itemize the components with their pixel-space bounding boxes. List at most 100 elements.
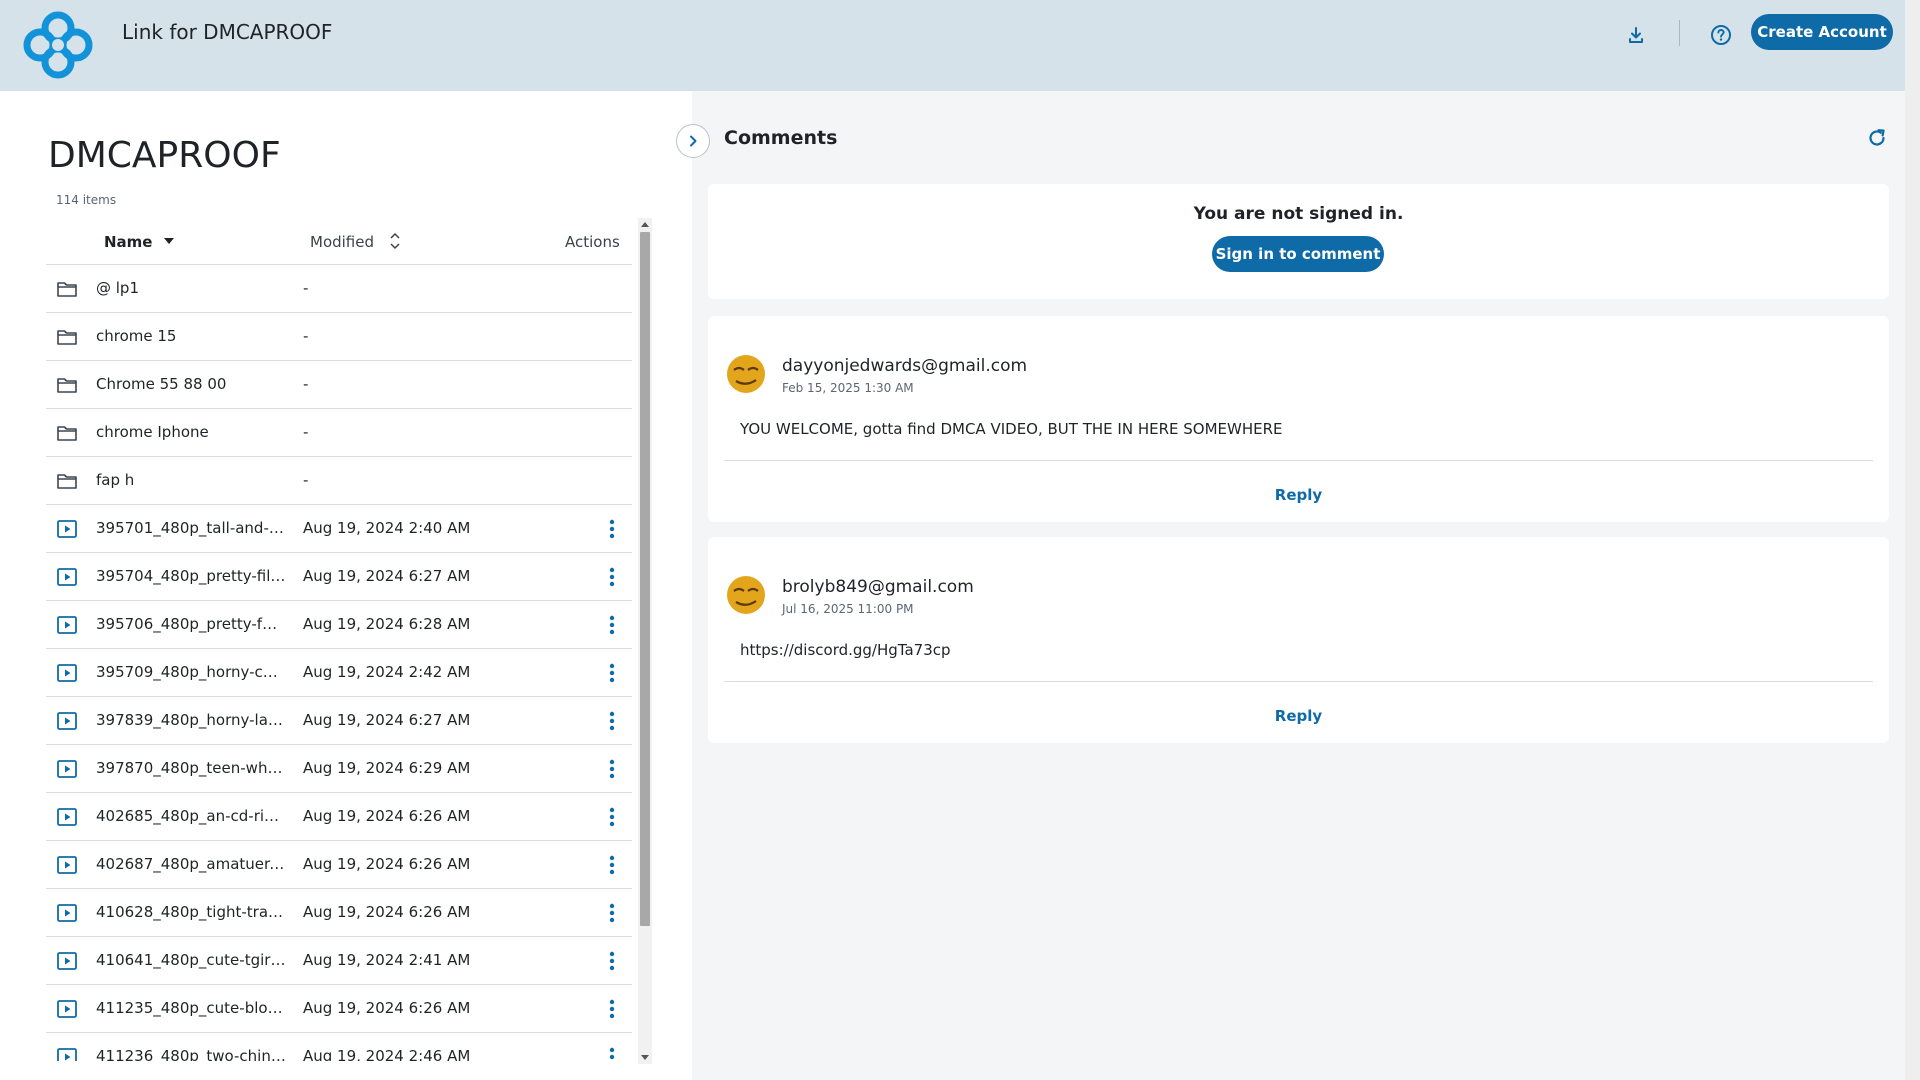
- file-name[interactable]: chrome Iphone: [96, 423, 286, 441]
- file-rows: @ lp1- chrome 15- Chrome 55 88 00- chrome I…: [46, 265, 632, 1061]
- table-row[interactable]: 395706_480p_pretty-femb... Aug 19, 2024 6…: [46, 601, 632, 649]
- file-list-scrollbar[interactable]: [638, 218, 652, 1064]
- folder-icon: [57, 378, 77, 393]
- column-header-actions: Actions: [565, 233, 620, 251]
- video-file-icon: [57, 664, 77, 682]
- page-title: Link for DMCAPROOF: [122, 20, 333, 44]
- file-modified: Aug 19, 2024 6:26 AM: [303, 903, 471, 921]
- table-row[interactable]: @ lp1-: [46, 265, 632, 313]
- page-scrollbar[interactable]: [1905, 0, 1920, 1080]
- refresh-icon[interactable]: [1864, 125, 1890, 151]
- file-name[interactable]: Chrome 55 88 00: [96, 375, 286, 393]
- file-name[interactable]: 411235_480p_cute-blonde...: [96, 999, 286, 1017]
- folder-icon: [57, 282, 77, 297]
- more-vertical-icon[interactable]: [608, 661, 616, 685]
- table-row[interactable]: chrome Iphone -: [46, 409, 632, 457]
- chevron-right-icon: [690, 135, 697, 147]
- video-file-icon: [57, 712, 77, 730]
- video-file-icon: [57, 616, 77, 634]
- comment-date: Jul 16, 2025 11:00 PM: [782, 602, 914, 616]
- scrollbar-thumb[interactable]: [640, 232, 650, 926]
- create-account-button[interactable]: Create Account: [1751, 14, 1893, 50]
- video-file-icon: [57, 760, 77, 778]
- table-row[interactable]: chrome 15-: [46, 313, 632, 361]
- table-row[interactable]: 402687_480p_amatuer-cd-... Aug 19, 2024 6…: [46, 841, 632, 889]
- file-list-pane: DMCAPROOF 114 items Name Modified Action…: [0, 91, 692, 1080]
- comment-author: dayyonjedwards@gmail.com: [782, 356, 1028, 376]
- more-vertical-icon[interactable]: [608, 805, 616, 829]
- table-row[interactable]: 395709_480p_horny-colo... Aug 19, 2024 2:…: [46, 649, 632, 697]
- more-vertical-icon[interactable]: [608, 853, 616, 877]
- file-name[interactable]: 411236_480p_two-chinese...: [96, 1047, 286, 1061]
- file-name[interactable]: 402685_480p_an-cd-rides-...: [96, 807, 286, 825]
- file-name[interactable]: 410628_480p_tight-trap-w...: [96, 903, 286, 921]
- comment-card: dayyonjedwards@gmail.com Feb 15, 2025 1:…: [708, 316, 1889, 522]
- file-modified: Aug 19, 2024 6:26 AM: [303, 807, 471, 825]
- file-modified: Aug 19, 2024 6:26 AM: [303, 855, 471, 873]
- more-vertical-icon[interactable]: [608, 709, 616, 733]
- file-modified: -: [303, 423, 309, 441]
- table-row[interactable]: 402685_480p_an-cd-rides-... Aug 19, 2024 …: [46, 793, 632, 841]
- folder-icon: [57, 426, 77, 441]
- file-modified: Aug 19, 2024 6:28 AM: [303, 615, 471, 633]
- more-vertical-icon[interactable]: [608, 757, 616, 781]
- video-file-icon: [57, 568, 77, 586]
- reply-button[interactable]: Reply: [708, 486, 1889, 504]
- download-button[interactable]: [1621, 20, 1651, 50]
- file-modified: -: [303, 279, 309, 297]
- sign-in-to-comment-button[interactable]: Sign in to comment: [1212, 236, 1384, 272]
- table-row[interactable]: 397870_480p_teen-white-... Aug 19, 2024 6…: [46, 745, 632, 793]
- file-modified: -: [303, 327, 309, 345]
- table-row[interactable]: 395701_480p_tall-and-thin... Aug 19, 2024…: [46, 505, 632, 553]
- more-vertical-icon[interactable]: [608, 1045, 616, 1061]
- table-row[interactable]: fap h-: [46, 457, 632, 505]
- reply-button[interactable]: Reply: [708, 707, 1889, 725]
- sort-desc-icon[interactable]: [164, 238, 174, 244]
- signin-message: You are not signed in.: [1193, 204, 1404, 224]
- file-name[interactable]: chrome 15: [96, 327, 286, 345]
- comments-pane: Comments You are not signed in. Sign in …: [692, 91, 1905, 1080]
- more-vertical-icon[interactable]: [608, 949, 616, 973]
- table-row[interactable]: 411236_480p_two-chinese... Aug 19, 2024 2…: [46, 1033, 632, 1061]
- column-header-modified[interactable]: Modified: [310, 233, 374, 251]
- file-name[interactable]: 397870_480p_teen-white-...: [96, 759, 286, 777]
- video-file-icon: [57, 520, 77, 538]
- file-name[interactable]: 395701_480p_tall-and-thin...: [96, 519, 286, 537]
- file-modified: Aug 19, 2024 2:40 AM: [303, 519, 471, 537]
- sort-unsorted-icon[interactable]: [390, 231, 400, 251]
- file-name[interactable]: 395704_480p_pretty-filipin...: [96, 567, 286, 585]
- comment-body: https://discord.gg/HgTa73cp: [740, 641, 951, 659]
- file-modified: -: [303, 471, 309, 489]
- file-name[interactable]: 410641_480p_cute-tgirl-wi...: [96, 951, 286, 969]
- video-file-icon: [57, 952, 77, 970]
- table-row[interactable]: Chrome 55 88 00-: [46, 361, 632, 409]
- scroll-up-arrow-icon[interactable]: [641, 222, 649, 227]
- more-vertical-icon[interactable]: [608, 613, 616, 637]
- table-row[interactable]: 397839_480p_horny-latina... Aug 19, 2024 …: [46, 697, 632, 745]
- file-name[interactable]: fap h: [96, 471, 286, 489]
- more-vertical-icon[interactable]: [608, 517, 616, 541]
- comment-date: Feb 15, 2025 1:30 AM: [782, 381, 914, 395]
- file-name[interactable]: @ lp1: [96, 279, 286, 297]
- more-vertical-icon[interactable]: [608, 997, 616, 1021]
- sync-logo-icon[interactable]: [22, 10, 94, 80]
- table-row[interactable]: 411235_480p_cute-blonde... Aug 19, 2024 6…: [46, 985, 632, 1033]
- table-row[interactable]: 410628_480p_tight-trap-w... Aug 19, 2024 …: [46, 889, 632, 937]
- file-name[interactable]: 397839_480p_horny-latina...: [96, 711, 286, 729]
- file-name[interactable]: 395706_480p_pretty-femb...: [96, 615, 286, 633]
- scroll-down-arrow-icon[interactable]: [641, 1055, 649, 1060]
- video-file-icon: [57, 1000, 77, 1018]
- table-row[interactable]: 395704_480p_pretty-filipin... Aug 19, 202…: [46, 553, 632, 601]
- more-vertical-icon[interactable]: [608, 901, 616, 925]
- help-icon: [1711, 25, 1731, 45]
- comment-card: brolyb849@gmail.com Jul 16, 2025 11:00 P…: [708, 537, 1889, 743]
- file-name[interactable]: 395709_480p_horny-colo...: [96, 663, 286, 681]
- help-button[interactable]: [1706, 20, 1736, 50]
- file-name[interactable]: 402687_480p_amatuer-cd-...: [96, 855, 286, 873]
- file-modified: Aug 19, 2024 6:27 AM: [303, 711, 471, 729]
- table-header: Name Modified Actions: [46, 219, 632, 265]
- collapse-comments-button[interactable]: [676, 124, 710, 158]
- table-row[interactable]: 410641_480p_cute-tgirl-wi... Aug 19, 2024…: [46, 937, 632, 985]
- column-header-name[interactable]: Name: [104, 233, 152, 251]
- more-vertical-icon[interactable]: [608, 565, 616, 589]
